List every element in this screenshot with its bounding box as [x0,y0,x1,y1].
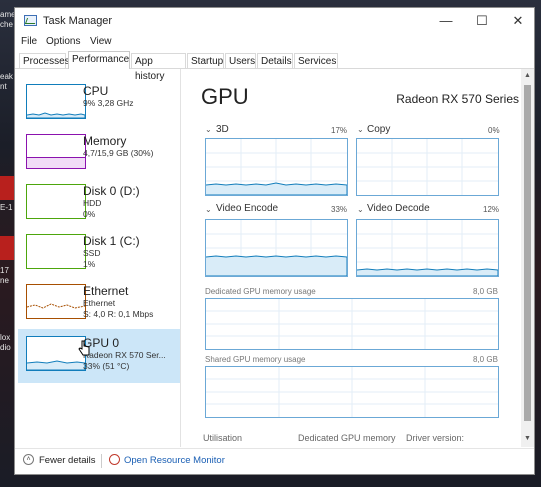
graph-video-decode [356,219,499,277]
chevron-up-circle-icon[interactable]: ˄ [23,454,34,465]
chevron-down-icon[interactable]: ⌄ [205,205,212,214]
sidebar-item-detail: 4,7/15,9 GB (30%) [83,148,154,158]
page-title: GPU [201,84,249,109]
chevron-down-icon[interactable]: ⌄ [357,205,364,214]
graph-dedicated-plot [206,299,498,349]
dedicated-memory-label: Dedicated GPU memory usage [205,287,316,296]
cpu-sparkline [26,112,86,119]
sidebar-item-cpu[interactable]: CPU 9% 3,28 GHz [18,79,180,129]
graph-3d [205,138,348,196]
graph-copy-plot [357,139,498,195]
stat-utilisation: Utilisation [203,433,243,443]
scrollbar-thumb[interactable] [524,85,531,421]
fewer-details-button[interactable]: Fewer details [39,455,96,466]
memory-thumbnail-graph [26,134,86,169]
menu-options[interactable]: Options [46,36,80,47]
sidebar-item-disk-1[interactable]: Disk 1 (C:) SSD 1% [18,229,180,279]
graph-shared-memory [205,366,499,418]
title-bar[interactable]: Task Manager — ☐ ✕ [15,8,534,33]
sidebar-item-label: Disk 0 (D:) [83,184,140,198]
engine-label-video-encode: Video Encode [216,203,279,214]
sidebar-item-memory[interactable]: Memory 4,7/15,9 GB (30%) [18,129,180,179]
open-resource-monitor-link[interactable]: Open Resource Monitor [124,455,225,466]
shared-memory-label: Shared GPU memory usage [205,355,306,364]
hand-cursor-icon [78,340,90,356]
menu-file[interactable]: File [21,36,37,47]
sidebar-item-detail: HDD [83,198,102,208]
tab-processes[interactable]: Processes [19,53,70,68]
tab-performance[interactable]: Performance [68,51,130,69]
menu-bar: File Options View [15,34,534,50]
chevron-down-icon[interactable]: ⌄ [205,125,212,134]
tab-users[interactable]: Users [225,53,256,68]
graph-copy [356,138,499,196]
footer-separator [101,454,102,468]
engine-pct-video-encode: 33% [331,205,348,214]
vertical-scrollbar[interactable]: ▲ ▼ [521,69,534,447]
scroll-down-arrow-icon[interactable]: ▼ [524,435,531,442]
tab-services[interactable]: Services [294,53,338,68]
task-manager-app-icon [24,15,37,26]
ethernet-thumbnail-graph [26,284,86,319]
sidebar-item-detail: S: 4,0 R: 0,1 Mbps [83,309,154,319]
engine-pct-copy: 0% [488,126,500,135]
ethernet-sparkline [26,303,86,309]
gpu-detail-pane: GPU Radeon RX 570 Series ⌄ 3D 17% ⌄ Copy… [181,69,521,447]
graph-3d-plot [205,139,348,196]
performance-sidebar: CPU 9% 3,28 GHz Memory 4,7/15,9 GB (30%)… [18,69,180,447]
sidebar-item-label: Disk 1 (C:) [83,234,140,248]
maximize-button[interactable]: ☐ [464,8,500,33]
disk1-thumbnail-graph [26,234,86,269]
shared-memory-max: 8,0 GB [473,355,498,364]
sidebar-item-detail: SSD [83,248,101,258]
sidebar-item-label: CPU [83,84,109,98]
engine-label-copy: Copy [367,124,391,135]
sidebar-item-detail: 33% (51 °C) [83,361,130,371]
dedicated-memory-max: 8,0 GB [473,287,498,296]
stat-driver-version: Driver version: [406,433,465,443]
engine-pct-video-decode: 12% [483,205,500,214]
gpu-sparkline [26,360,86,371]
sidebar-item-label: Memory [83,134,127,148]
graph-video-decode-plot [356,220,499,277]
scroll-up-arrow-icon[interactable]: ▲ [524,72,531,79]
sidebar-item-detail: 9% 3,28 GHz [83,98,134,108]
desktop-app-icon[interactable] [0,176,14,200]
disk0-thumbnail-graph [26,184,86,219]
tab-startup[interactable]: Startup [187,53,224,68]
chevron-down-icon[interactable]: ⌄ [357,125,364,134]
cpu-thumbnail-graph [26,84,86,119]
sidebar-item-detail: 1% [83,259,96,269]
sidebar-item-detail: 0% [83,209,96,219]
sidebar-item-gpu-0[interactable]: GPU 0 Radeon RX 570 Ser... 33% (51 °C) [18,329,180,383]
engine-pct-3d: 17% [331,126,348,135]
window-title: Task Manager [43,15,113,27]
stat-dedicated-memory: Dedicated GPU memory [298,433,396,443]
sidebar-item-detail: Ethernet [83,298,116,308]
tab-details[interactable]: Details [257,53,293,68]
sidebar-item-disk-0[interactable]: Disk 0 (D:) HDD 0% [18,179,180,229]
gpu-thumbnail-graph [26,336,86,371]
sidebar-item-label: GPU 0 [83,336,120,350]
resource-monitor-icon[interactable] [109,454,120,465]
graph-dedicated-memory [205,298,499,350]
footer-bar: ˄ Fewer details Open Resource Monitor [15,448,534,475]
sidebar-item-label: Ethernet [83,284,129,298]
engine-label-3d: 3D [216,124,229,135]
engine-label-video-decode: Video Decode [367,203,430,214]
minimize-button[interactable]: — [428,8,464,33]
desktop-app-icon[interactable] [0,236,14,260]
graph-video-encode [205,219,348,277]
tab-app-history[interactable]: App history [131,53,186,82]
menu-view[interactable]: View [90,36,112,47]
close-button[interactable]: ✕ [500,8,536,33]
graph-shared-plot [206,367,498,417]
task-manager-window: Task Manager — ☐ ✕ File Options View Pro… [14,7,535,475]
device-name: Radeon RX 570 Series [396,92,519,106]
graph-video-encode-plot [205,220,348,277]
tab-bar: Processes Performance App history Startu… [15,51,534,82]
sidebar-item-detail: Radeon RX 570 Ser... [83,350,166,360]
memory-fill [27,157,85,168]
sidebar-item-ethernet[interactable]: Ethernet Ethernet S: 4,0 R: 0,1 Mbps [18,279,180,329]
